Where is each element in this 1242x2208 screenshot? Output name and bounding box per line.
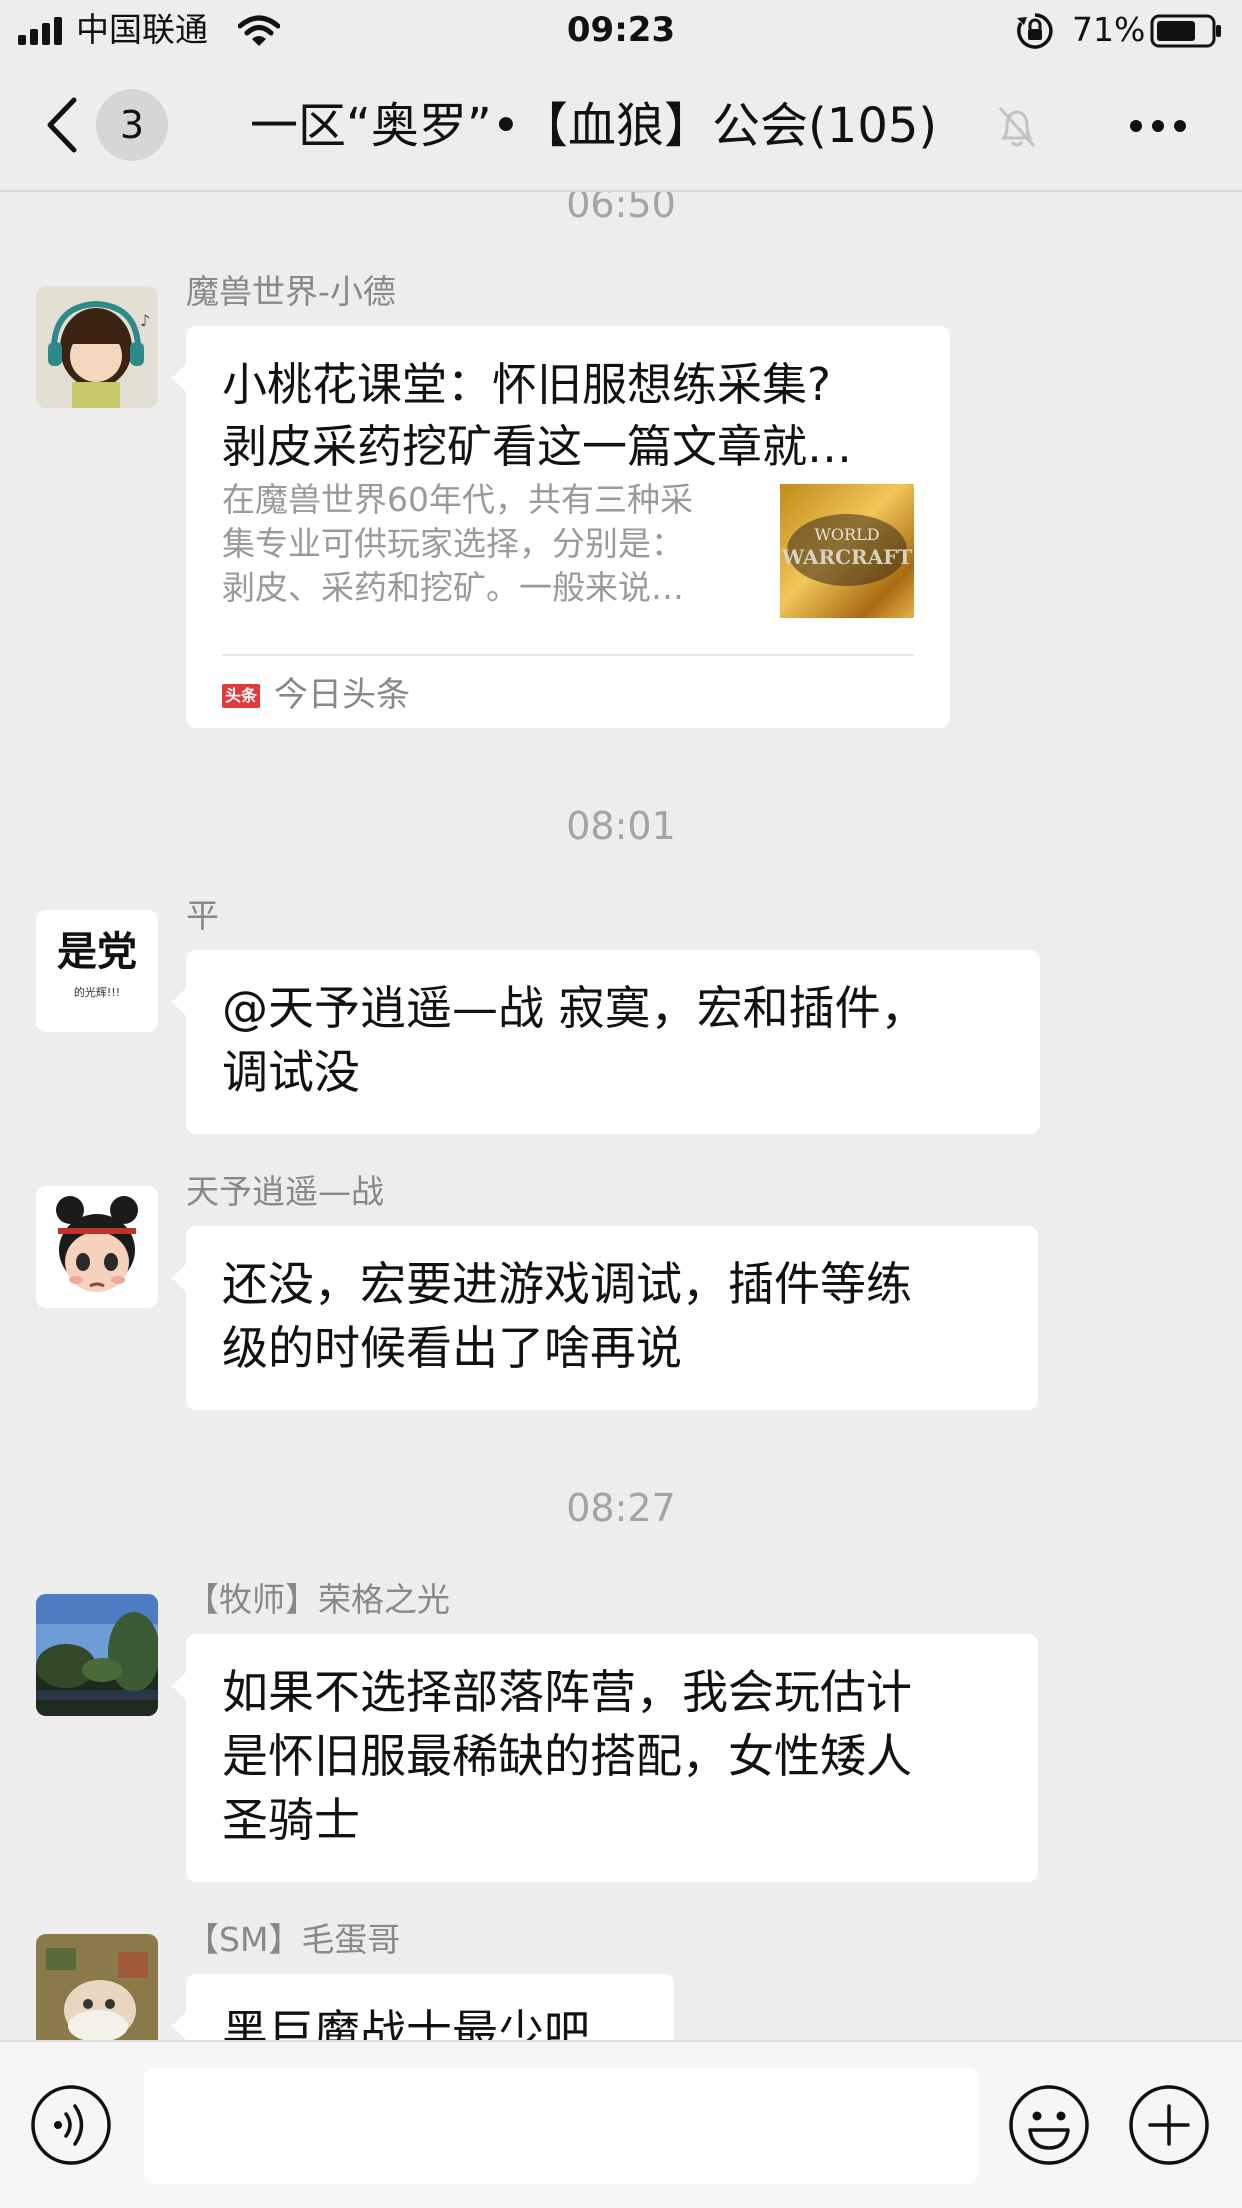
card-source: 今日头条 (274, 675, 410, 715)
toutiao-icon: 头条 (222, 684, 260, 708)
unread-count-badge[interactable]: 3 (96, 89, 168, 161)
avatar[interactable]: ♪ (36, 286, 158, 408)
card-description-line: 在魔兽世界60年代，共有三种采 (222, 480, 693, 519)
card-description: 在魔兽世界60年代，共有三种采 集专业可供玩家选择，分别是： 剥皮、采药和挖矿。… (222, 478, 693, 610)
svg-text:♪: ♪ (140, 311, 150, 330)
text-message[interactable]: 如果不选择部落阵营，我会玩估计 是怀旧服最稀缺的搭配，女性矮人 圣骑士 (172, 1634, 1038, 1882)
chat-message-list[interactable]: 06:50 ♪ 魔兽世界-小德 小桃花课堂：怀旧服想练采集? 剥皮采药挖矿看这一… (0, 192, 1242, 2040)
message-text: @天予逍遥—战 寂寞，宏和插件， 调试没 (222, 976, 927, 1104)
sender-name: 【SM】毛蛋哥 (186, 1920, 401, 1959)
navigation-bar: 3 一区“奥罗”•【血狼】公会(105) (0, 62, 1242, 192)
text-message[interactable]: @天予逍遥—战 寂寞，宏和插件， 调试没 (172, 950, 1040, 1134)
message-text: 还没，宏要进游戏调试，插件等练 级的时候看出了啥再说 (222, 1252, 912, 1380)
message-line: 还没，宏要进游戏调试，插件等练 (222, 1257, 912, 1311)
text-message[interactable]: 还没，宏要进游戏调试，插件等练 级的时候看出了啥再说 (172, 1226, 1038, 1410)
avatar-landscape-image (36, 1594, 158, 1716)
svg-text:WORLD: WORLD (814, 525, 879, 544)
timestamp: 08:01 (566, 804, 676, 848)
card-title-line: 小桃花课堂：怀旧服想练采集? (222, 358, 831, 411)
battery-icon (1150, 14, 1221, 48)
card-title: 小桃花课堂：怀旧服想练采集? 剥皮采药挖矿看这一篇文章就… (222, 354, 852, 478)
clock: 09:23 (566, 10, 676, 50)
message-input[interactable] (144, 2068, 978, 2184)
message-line: 圣骑士 (222, 1793, 360, 1847)
link-card-message[interactable]: 小桃花课堂：怀旧服想练采集? 剥皮采药挖矿看这一篇文章就… 在魔兽世界60年代，… (172, 326, 950, 728)
message-line: 如果不选择部落阵营，我会玩估计 (222, 1665, 912, 1719)
more-icon[interactable] (1126, 108, 1190, 144)
card-divider (222, 654, 914, 656)
plus-icon[interactable] (1128, 2084, 1210, 2166)
sender-name: 天予逍遥—战 (186, 1172, 384, 1211)
card-thumbnail-warcraft-logo: WORLD WARCRAFT (780, 484, 914, 618)
voice-icon[interactable] (30, 2084, 112, 2166)
message-line: 黑巨魔战士最少吧 (222, 2005, 590, 2040)
message-text: 如果不选择部落阵营，我会玩估计 是怀旧服最稀缺的搭配，女性矮人 圣骑士 (222, 1660, 912, 1852)
card-description-line: 集专业可供玩家选择，分别是： (222, 524, 684, 563)
sender-name: 魔兽世界-小德 (186, 272, 396, 311)
input-bar (0, 2040, 1242, 2208)
avatar-old-man-image (36, 1934, 158, 2040)
message-line: 调试没 (222, 1045, 360, 1099)
avatar-text: 是党 (57, 929, 137, 975)
avatar-girl-headphones-image: ♪ (36, 286, 158, 408)
status-bar: 中国联通 09:23 71% (0, 0, 1242, 62)
avatar-subtext: 的光辉!!! (73, 986, 121, 999)
chat-title: 一区“奥罗”•【血狼】公会(105) (250, 98, 938, 154)
avatar[interactable] (36, 1186, 158, 1308)
sender-name: 平 (186, 896, 219, 935)
mute-bell-icon (998, 106, 1036, 148)
emoji-icon[interactable] (1008, 2084, 1090, 2166)
timestamp: 06:50 (566, 192, 676, 226)
svg-text:WARCRAFT: WARCRAFT (781, 545, 913, 569)
card-description-line: 剥皮、采药和挖矿。一般来说… (222, 568, 684, 607)
back-chevron-icon[interactable] (40, 92, 84, 158)
battery-percentage: 71% (1072, 10, 1146, 49)
avatar[interactable] (36, 1934, 158, 2040)
text-message[interactable]: 黑巨魔战士最少吧 (172, 1974, 674, 2040)
message-line: 级的时候看出了啥再说 (222, 1321, 682, 1375)
message-line: @天予逍遥—战 寂寞，宏和插件， (222, 981, 927, 1035)
message-line: 是怀旧服最稀缺的搭配，女性矮人 (222, 1729, 912, 1783)
message-text: 黑巨魔战士最少吧 (222, 2000, 590, 2040)
avatar[interactable] (36, 1594, 158, 1716)
avatar-cartoon-girl-image (36, 1186, 158, 1308)
card-title-line: 剥皮采药挖矿看这一篇文章就… (222, 420, 853, 473)
avatar[interactable]: 是党 的光辉!!! (36, 910, 158, 1032)
sender-name: 【牧师】荣格之光 (186, 1580, 450, 1619)
rotation-lock-icon (1017, 13, 1053, 49)
timestamp: 08:27 (566, 1486, 676, 1530)
